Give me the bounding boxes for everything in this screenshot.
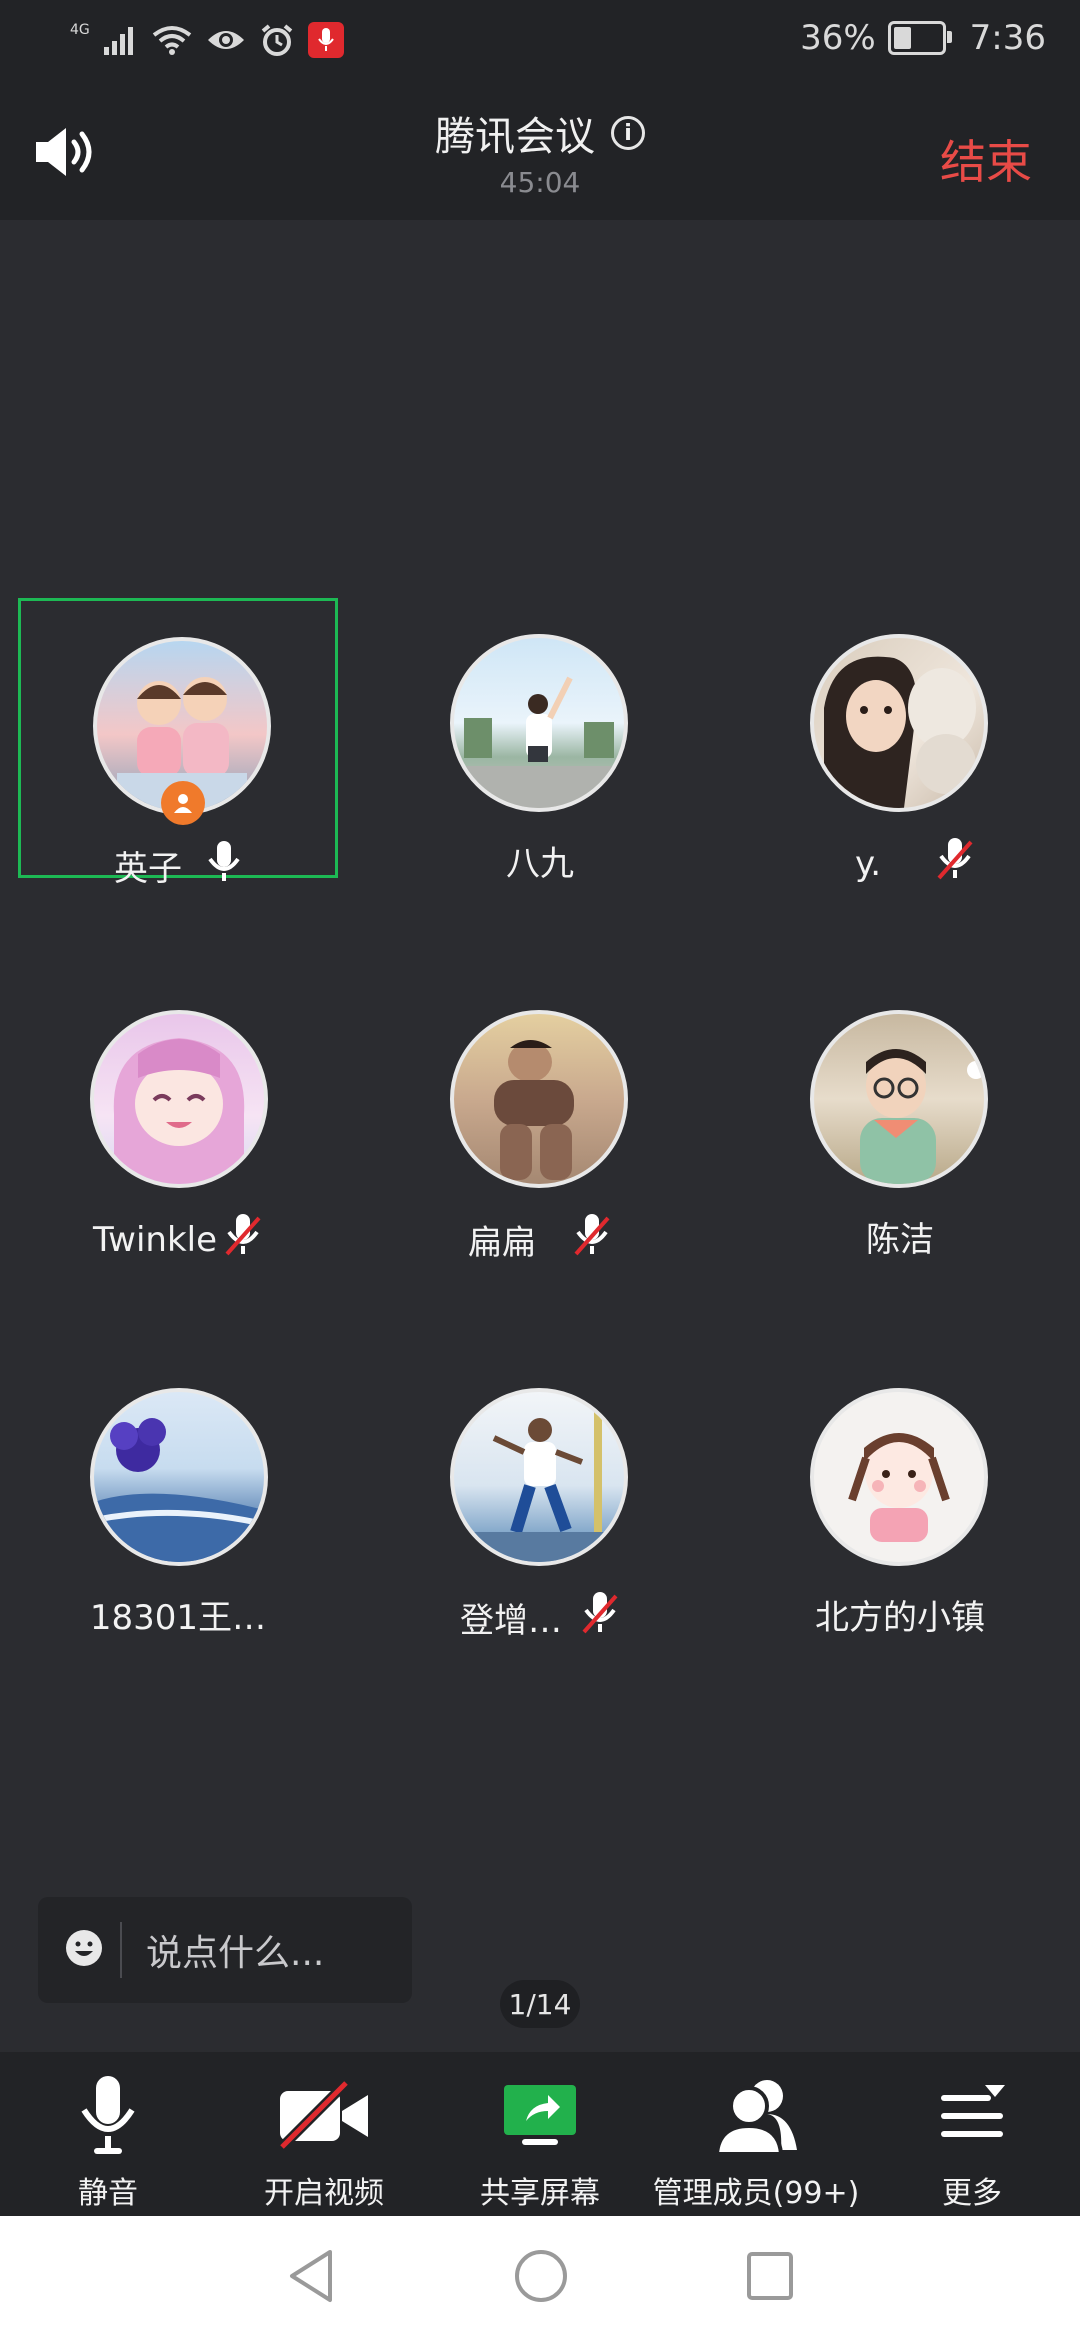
start-video-button[interactable]: 开启视频 xyxy=(216,2070,432,2212)
share-screen-icon xyxy=(504,2085,576,2145)
participant-name: 陈洁 xyxy=(866,1220,934,1260)
participant-tile[interactable]: Twinkle xyxy=(18,976,338,1260)
manage-members-label: 管理成员(99+) xyxy=(652,2176,860,2211)
share-screen-label: 共享屏幕 xyxy=(480,2176,600,2211)
participant-name: 北方的小镇 xyxy=(815,1598,985,1638)
more-menu-icon xyxy=(941,2085,1005,2137)
participant-tile[interactable]: 陈洁 xyxy=(740,976,1060,1260)
avatar xyxy=(90,1388,268,1566)
alarm-icon xyxy=(261,24,293,56)
avatar xyxy=(810,634,988,812)
more-button[interactable]: 更多 xyxy=(864,2070,1080,2212)
participant-name: 18301王… xyxy=(89,1598,267,1638)
eye-icon xyxy=(207,31,244,49)
recent-apps-icon[interactable] xyxy=(745,2248,795,2308)
avatar xyxy=(450,1010,628,1188)
avatar xyxy=(810,1010,988,1188)
meeting-toolbar: 静音 开启视频 共享屏幕 管理成员(99+) 更多 xyxy=(0,2052,1080,2216)
page-indicator[interactable]: 1/14 xyxy=(500,1980,580,2028)
chat-divider xyxy=(120,1922,122,1978)
end-meeting-button[interactable]: 结束 xyxy=(940,126,1032,192)
video-off-icon xyxy=(278,2081,368,2151)
participant-name: 扁扁 xyxy=(468,1223,536,1263)
participant-name: 登增… xyxy=(460,1601,562,1641)
more-label: 更多 xyxy=(942,2176,1002,2211)
participant-name: 八九 xyxy=(506,844,574,884)
avatar xyxy=(450,634,628,812)
participant-tile[interactable]: 北方的小镇 xyxy=(740,1354,1060,1638)
clock: 7:36 xyxy=(969,18,1046,58)
participant-name: y. xyxy=(854,843,882,884)
mute-button[interactable]: 静音 xyxy=(0,2070,216,2212)
meeting-timer: 45:04 xyxy=(499,166,581,199)
signal-icon xyxy=(103,27,133,55)
recording-mic-icon xyxy=(307,22,344,58)
participant-tile[interactable]: 18301王… xyxy=(18,1354,338,1638)
avatar xyxy=(90,1010,268,1188)
participant-tile[interactable]: y. xyxy=(740,598,1060,884)
share-screen-button[interactable]: 共享屏幕 xyxy=(432,2070,648,2212)
microphone-on-icon xyxy=(206,839,242,892)
wifi-icon xyxy=(152,26,191,55)
start-video-label: 开启视频 xyxy=(264,2176,384,2211)
microphone-muted-icon xyxy=(580,1590,620,1645)
emoji-icon[interactable] xyxy=(64,1928,104,1972)
chat-placeholder: 说点什么... xyxy=(146,1933,325,1974)
home-icon[interactable] xyxy=(513,2248,569,2308)
members-icon xyxy=(714,2080,797,2156)
back-icon[interactable] xyxy=(286,2248,336,2308)
meeting-header: 腾讯会议 i 45:04 结束 xyxy=(0,88,1080,220)
participant-tile[interactable]: 扁扁 xyxy=(380,976,700,1263)
microphone-muted-icon xyxy=(935,836,975,891)
meeting-title: 腾讯会议 xyxy=(435,114,595,160)
microphone-muted-icon xyxy=(572,1212,612,1267)
info-icon[interactable]: i xyxy=(611,116,645,150)
network-type-label: 4G xyxy=(70,22,90,38)
participant-tile[interactable]: 八九 xyxy=(380,598,700,884)
chat-input[interactable]: 说点什么... xyxy=(38,1897,412,2003)
host-icon xyxy=(161,781,205,825)
microphone-icon xyxy=(81,2076,135,2154)
participant-tile[interactable]: 登增… xyxy=(380,1354,700,1641)
avatar xyxy=(450,1388,628,1566)
battery-icon xyxy=(887,21,952,55)
participant-name: 英子 xyxy=(114,849,182,889)
status-bar: 4G 36% 7:36 xyxy=(0,0,1080,88)
mute-label: 静音 xyxy=(78,2176,138,2211)
battery-percent: 36% xyxy=(800,18,876,58)
avatar xyxy=(810,1388,988,1566)
system-navigation-bar xyxy=(0,2216,1080,2340)
participant-name: Twinkle xyxy=(93,1219,217,1260)
microphone-muted-icon xyxy=(223,1212,263,1267)
manage-members-button[interactable]: 管理成员(99+) xyxy=(648,2070,864,2212)
participant-tile[interactable]: 英子 xyxy=(18,598,338,889)
